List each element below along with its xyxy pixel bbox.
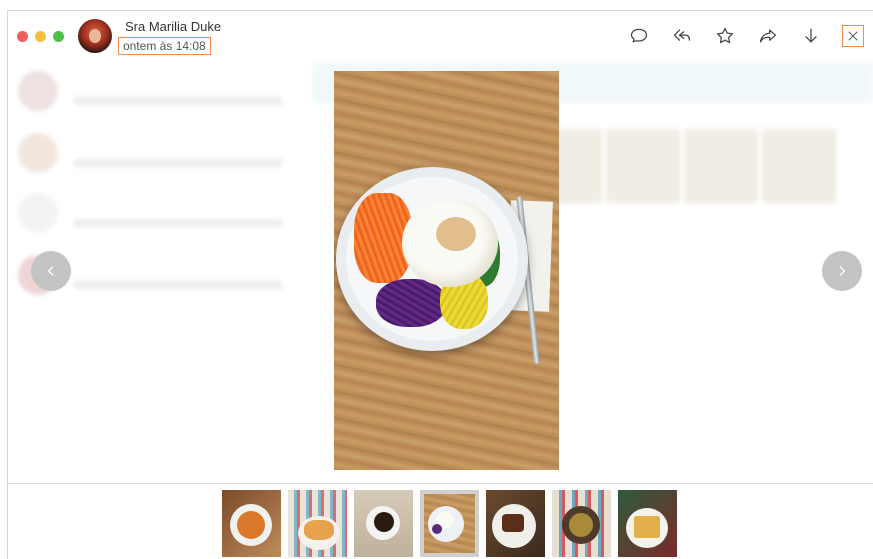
download-icon — [805, 28, 817, 43]
download-button[interactable] — [798, 23, 824, 49]
window-close-button[interactable] — [17, 31, 28, 42]
viewer-header: Sra Marilia Duke ontem às 14:08 — [8, 11, 873, 59]
forward-icon — [759, 29, 777, 43]
photo-bowl — [336, 167, 528, 351]
media-thumbnail[interactable] — [618, 490, 677, 557]
bg-chat-item — [18, 189, 308, 239]
media-thumbnail-selected[interactable] — [420, 490, 479, 557]
comment-icon — [630, 28, 648, 43]
message-timestamp: ontem às 14:08 — [118, 37, 211, 55]
window-zoom-button[interactable] — [53, 31, 64, 42]
main-photo[interactable] — [334, 71, 559, 470]
avatar[interactable] — [78, 19, 112, 53]
star-icon — [717, 27, 733, 44]
window-minimize-button[interactable] — [35, 31, 46, 42]
thumbnail-strip — [222, 490, 677, 557]
media-thumbnail[interactable] — [222, 490, 281, 557]
comment-button[interactable] — [626, 23, 652, 49]
chevron-left-icon — [48, 266, 54, 276]
media-thumbnail[interactable] — [486, 490, 545, 557]
close-icon — [848, 31, 858, 41]
close-viewer-button[interactable] — [842, 25, 864, 47]
viewer-actions — [609, 23, 873, 49]
window-controls — [17, 31, 64, 42]
star-button[interactable] — [712, 23, 738, 49]
media-thumbnail[interactable] — [288, 490, 347, 557]
strip-divider — [8, 483, 873, 484]
bg-thumb — [762, 129, 836, 203]
bg-thumb — [606, 129, 680, 203]
chevron-right-icon — [839, 266, 845, 276]
bg-thumb — [684, 129, 758, 203]
media-viewer-window: Sra Marilia Duke ontem às 14:08 — [7, 10, 873, 559]
forward-button[interactable] — [755, 23, 781, 49]
previous-media-button[interactable] — [31, 251, 71, 291]
reply-button[interactable] — [669, 23, 695, 49]
reply-icon — [673, 29, 691, 41]
bg-chat-item — [18, 67, 308, 117]
next-media-button[interactable] — [822, 251, 862, 291]
bg-chat-item — [18, 129, 308, 179]
contact-name[interactable]: Sra Marilia Duke — [125, 19, 221, 34]
media-thumbnail[interactable] — [552, 490, 611, 557]
media-thumbnail[interactable] — [354, 490, 413, 557]
